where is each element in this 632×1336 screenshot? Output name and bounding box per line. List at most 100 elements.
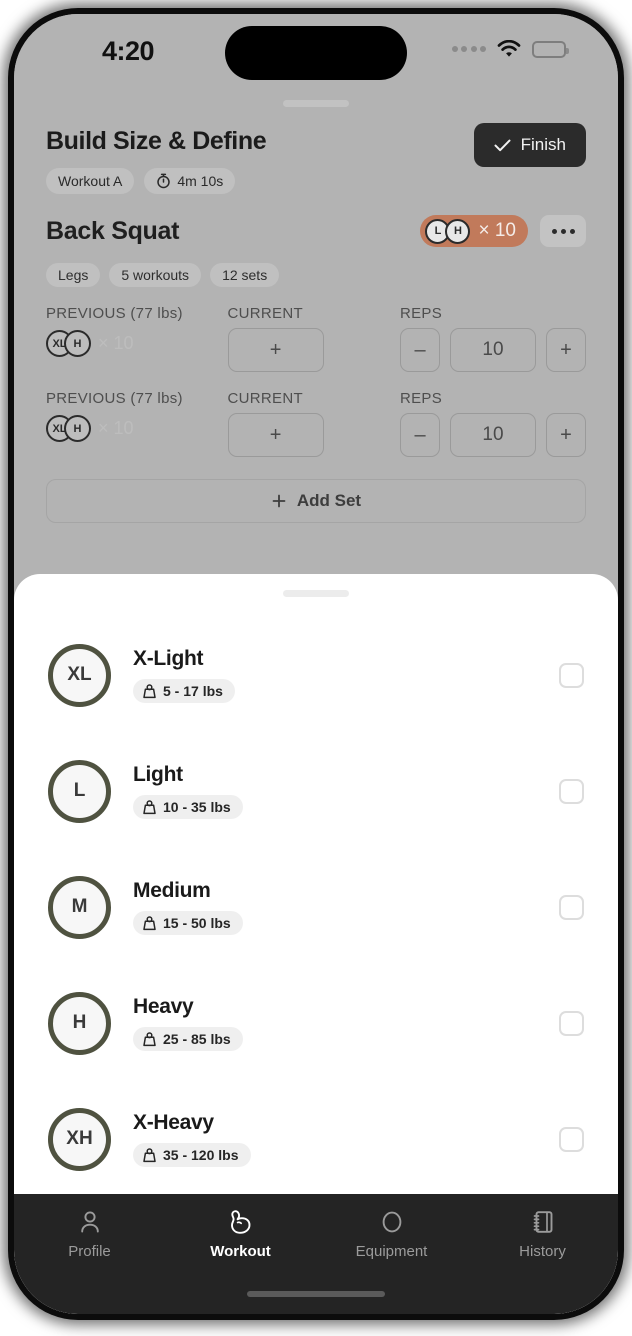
previous-column-label: PREVIOUS (77 lbs) [46,390,183,407]
weight-option-checkbox[interactable] [559,894,584,920]
workout-name-chip[interactable]: Workout A [46,168,135,194]
weight-range-pill: 25 - 85 lbs [133,1026,243,1051]
workout-timer-chip[interactable]: 4m 10s [144,168,236,194]
ellipsis-icon[interactable] [540,215,586,247]
exercise-card: Back Squat L H × 10 Legs 5 workouts 12 s… [36,208,596,523]
drag-handle-icon[interactable] [283,590,349,597]
reps-column-label: REPS [400,305,443,322]
previous-count: × 10 [98,333,134,353]
background-sheet-handle [283,100,349,107]
weight-option-name: Light [133,762,183,786]
weight-option-checkbox[interactable] [559,778,584,804]
weight-option-name: X-Heavy [133,1110,214,1134]
exercise-actions: L H × 10 [420,215,586,247]
previous-column: PREVIOUS (77 lbs) XL H × 10 [46,305,228,372]
current-add-button[interactable]: + [227,413,324,457]
weight-icon [142,1031,157,1047]
previous-badges: XL H × 10 [46,415,228,442]
weight-range-pill: 5 - 17 lbs [133,678,235,703]
reps-value[interactable]: 10 [450,413,536,457]
reps-decrement-button[interactable]: – [400,413,440,457]
weight-abbr-badge: XL [48,643,111,707]
plus-icon [271,493,287,509]
weight-range-label: 15 - 50 lbs [163,914,231,931]
intensity-badge[interactable]: L H × 10 [420,215,528,247]
nav-item-profile[interactable]: Profile [14,1208,165,1314]
intensity-circle-heavy: H [445,218,471,244]
previous-circle-heavy: H [64,330,91,357]
ring-icon [378,1208,406,1236]
weight-abbr-badge: XH [48,1107,111,1171]
list-item[interactable]: XH X-Heavy 35 - 120 lbs [48,1081,584,1197]
previous-column-label: PREVIOUS (77 lbs) [46,305,183,322]
person-icon [76,1208,104,1236]
finish-button-label: Finish [520,135,566,154]
weight-range-pill: 10 - 35 lbs [133,794,243,819]
add-set-label: Add Set [296,491,362,510]
weight-option-checkbox[interactable] [559,662,584,688]
nav-item-workout[interactable]: Workout [165,1208,316,1314]
reps-increment-button[interactable]: + [546,413,586,457]
list-item[interactable]: L Light 10 - 35 lbs [48,733,584,849]
weight-options-list: XL X-Light 5 - 17 lbs L Light 10 - 35 lb… [14,597,618,1197]
exercise-tag-sets[interactable]: 12 sets [210,263,280,287]
reps-stepper: – 10 + [400,413,586,457]
exercise-header-row: Back Squat L H × 10 [46,208,586,254]
battery-full-icon [532,40,569,58]
reps-column-label: REPS [400,390,443,407]
exercise-name: Back Squat [46,216,180,245]
exercise-tag-muscle[interactable]: Legs [46,263,101,287]
weight-option-name: Heavy [133,994,194,1018]
list-item[interactable]: M Medium 15 - 50 lbs [48,849,584,965]
status-bar-indicators [451,40,569,58]
notebook-icon [529,1208,557,1236]
reps-value[interactable]: 10 [450,328,536,372]
set-row: PREVIOUS (77 lbs) XL H × 10 CURRENT + RE… [46,305,586,372]
current-column: CURRENT + [227,305,400,372]
reps-increment-button[interactable]: + [546,328,586,372]
list-item[interactable]: XL X-Light 5 - 17 lbs [48,617,584,733]
previous-badges: XL H × 10 [46,330,228,357]
weight-option-name: Medium [133,878,211,902]
weight-icon [142,1147,157,1163]
home-indicator [247,1291,385,1297]
dimmed-background-app: 4:20 Build Size & Define Workout A 4m 10… [14,14,618,574]
weight-range-pill: 15 - 50 lbs [133,910,243,935]
add-set-button[interactable]: Add Set [46,479,586,523]
weight-range-label: 35 - 120 lbs [163,1146,239,1163]
current-add-button[interactable]: + [227,328,324,372]
weight-icon [142,683,157,699]
weight-range-label: 10 - 35 lbs [163,798,231,815]
weight-icon [142,799,157,815]
nav-label-profile: Profile [68,1243,111,1260]
signal-dots-icon [451,46,486,52]
workout-timer-label: 4m 10s [177,173,224,189]
status-bar: 4:20 [14,14,618,88]
wifi-icon [497,40,521,58]
reps-decrement-button[interactable]: – [400,328,440,372]
weight-abbr-badge: H [48,991,111,1055]
weight-range-label: 25 - 85 lbs [163,1030,231,1047]
phone-frame: 4:20 Build Size & Define Workout A 4m 10… [8,8,624,1320]
set-row: PREVIOUS (77 lbs) XL H × 10 CURRENT + RE… [46,390,586,457]
nav-item-equipment[interactable]: Equipment [316,1208,467,1314]
previous-count: × 10 [98,418,134,438]
weight-option-checkbox[interactable] [559,1010,584,1036]
weight-info: Light 10 - 35 lbs [133,763,243,820]
bottom-navigation-bar: Profile Workout Equipment History [14,1194,618,1314]
check-icon [494,139,511,152]
nav-item-history[interactable]: History [467,1208,618,1314]
app-header: Build Size & Define Workout A 4m 10s Fin… [14,107,618,194]
weight-option-checkbox[interactable] [559,1126,584,1152]
exercise-tag-workouts[interactable]: 5 workouts [109,263,202,287]
finish-button[interactable]: Finish [473,123,586,167]
weight-option-name: X-Light [133,646,204,670]
status-bar-time: 4:20 [102,36,155,66]
weight-info: Heavy 25 - 85 lbs [133,995,243,1052]
list-item[interactable]: H Heavy 25 - 85 lbs [48,965,584,1081]
weight-info: X-Heavy 35 - 120 lbs [133,1111,251,1168]
current-column: CURRENT + [227,390,400,457]
previous-circle-heavy: H [64,415,91,442]
weight-abbr-badge: M [48,875,111,939]
weight-range-label: 5 - 17 lbs [163,682,223,699]
